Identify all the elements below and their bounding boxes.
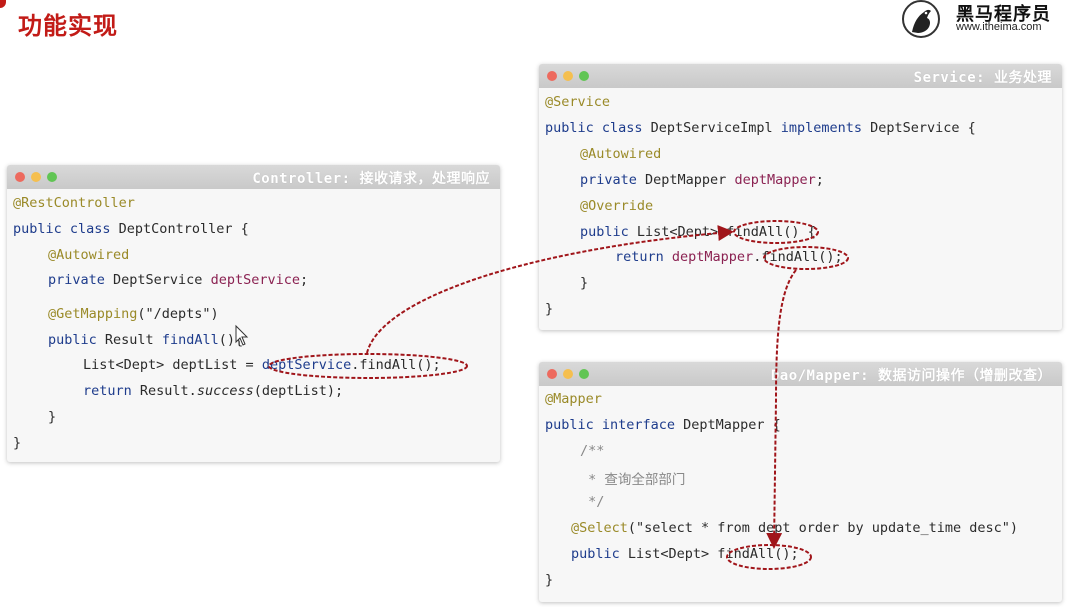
mapper-code-window: Dao/Mapper: 数据访问操作（增删改查） @Mapper public …: [539, 362, 1062, 602]
code-line: return Result.success(deptList);: [83, 383, 344, 399]
code-line: }: [48, 409, 57, 425]
window-titlebar: Service: 业务处理: [539, 64, 1062, 88]
maximize-dot-icon[interactable]: [579, 71, 589, 81]
service-code-window: Service: 业务处理 @Service public class Dept…: [539, 64, 1062, 330]
minimize-dot-icon[interactable]: [563, 369, 573, 379]
code-line: List<Dept> deptList = deptService.findAl…: [83, 357, 441, 373]
code-line: public interface DeptMapper {: [545, 417, 781, 433]
code-line: @RestController: [13, 195, 135, 211]
window-title: Dao/Mapper: 数据访问操作（增删改查）: [770, 368, 1052, 384]
code-comment: */: [580, 494, 605, 510]
code-line: }: [545, 301, 554, 317]
window-title: Service: 业务处理: [913, 70, 1052, 86]
code-line: @Autowired: [580, 146, 662, 162]
code-line: @Mapper: [545, 391, 602, 407]
code-line: public class DeptServiceImpl implements …: [545, 120, 976, 136]
code-line: private DeptMapper deptMapper;: [580, 172, 824, 188]
code-line: }: [545, 572, 554, 588]
slide-corner-mark: [0, 0, 6, 8]
code-line: @GetMapping("/depts"): [48, 306, 219, 322]
minimize-dot-icon[interactable]: [563, 71, 573, 81]
brand-logo: 黑马程序员 www.itheima.com: [900, 0, 1070, 40]
minimize-dot-icon[interactable]: [31, 172, 41, 182]
code-line: public List<Dept> findAll();: [571, 546, 799, 562]
code-line: private DeptService deptService;: [48, 272, 309, 288]
brand-url: www.itheima.com: [956, 21, 1042, 33]
window-title: Controller: 接收请求，处理响应: [252, 171, 490, 187]
window-titlebar: Controller: 接收请求，处理响应: [7, 165, 500, 189]
close-dot-icon[interactable]: [547, 71, 557, 81]
horse-logo-icon: [902, 0, 940, 38]
code-line: @Override: [580, 198, 654, 214]
slide-title: 功能实现: [18, 12, 118, 40]
close-dot-icon[interactable]: [547, 369, 557, 379]
code-line: return deptMapper.findAll();: [615, 249, 843, 265]
close-dot-icon[interactable]: [15, 172, 25, 182]
code-line: public class DeptController {: [13, 221, 249, 237]
code-line: @Autowired: [48, 247, 130, 263]
code-comment: * 查询全部部门: [580, 472, 686, 488]
code-line: @Select("select * from dept order by upd…: [571, 520, 1019, 536]
code-line: }: [13, 435, 22, 451]
code-line: }: [580, 275, 589, 291]
window-titlebar: Dao/Mapper: 数据访问操作（增删改查）: [539, 362, 1062, 386]
maximize-dot-icon[interactable]: [47, 172, 57, 182]
code-line: public List<Dept> findAll() {: [580, 224, 816, 240]
controller-code-window: Controller: 接收请求，处理响应 @RestController pu…: [7, 165, 500, 462]
code-comment: /**: [580, 443, 605, 459]
maximize-dot-icon[interactable]: [579, 369, 589, 379]
code-line: @Service: [545, 94, 611, 110]
code-line: public Result findAll(){: [48, 332, 244, 348]
